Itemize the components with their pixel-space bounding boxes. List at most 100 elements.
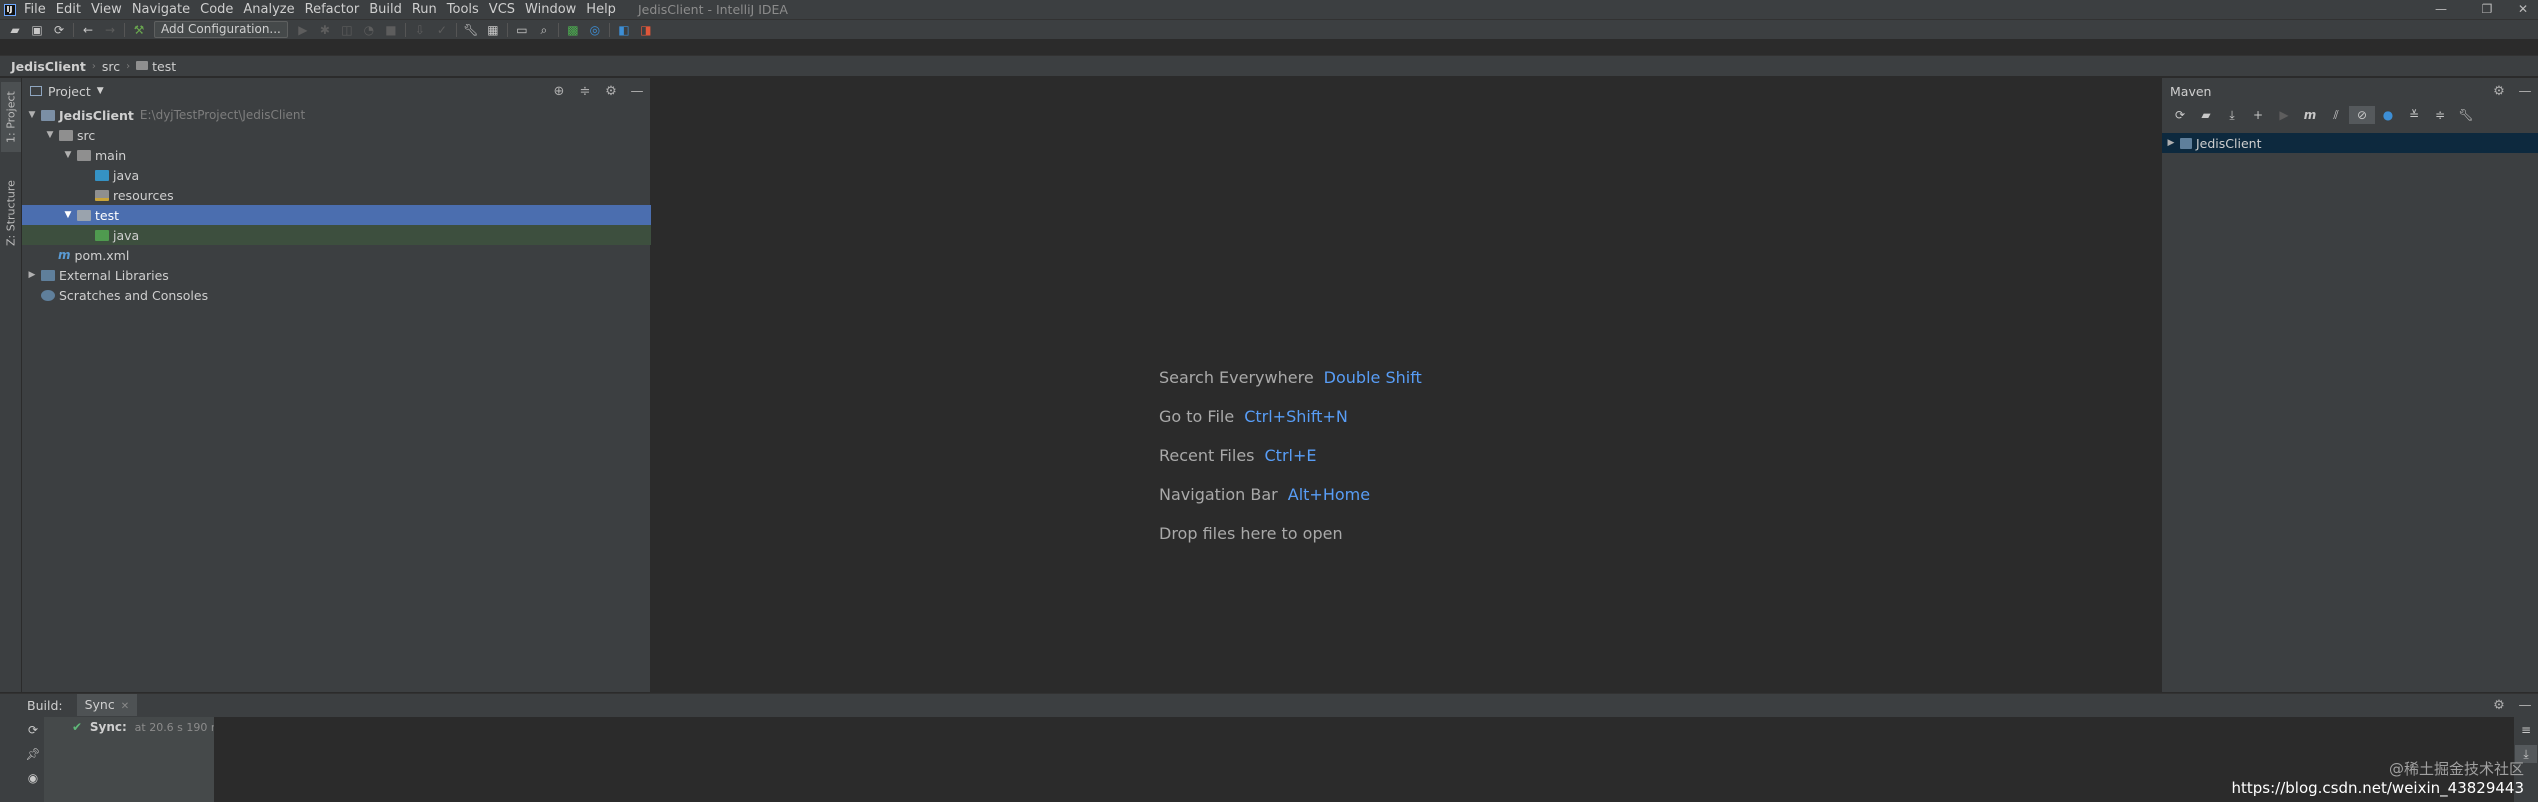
- hide-panel-icon[interactable]: —: [2512, 81, 2538, 101]
- add-maven-project-icon[interactable]: +: [2245, 106, 2271, 124]
- project-view-icon: [30, 86, 42, 96]
- close-window-button[interactable]: ✕: [2508, 0, 2538, 19]
- menu-refactor[interactable]: Refactor: [300, 0, 365, 19]
- soft-wrap-icon[interactable]: ≡: [2515, 721, 2537, 739]
- tree-row-test-java[interactable]: java: [22, 225, 651, 245]
- reimport-icon[interactable]: ⟳: [2167, 106, 2193, 124]
- restore-button[interactable]: ❐: [2464, 0, 2510, 19]
- sync-status-row[interactable]: ✔ Sync: at 20.6 s 190 ms: [72, 720, 227, 734]
- pin-icon[interactable]: 📌︎: [22, 745, 44, 763]
- tree-row-root[interactable]: ▼ JedisClient E:\dyjTestProject\JedisCli…: [22, 105, 651, 125]
- settings-wrench-icon[interactable]: 🔧︎: [2453, 106, 2479, 124]
- success-check-icon: ✔: [72, 720, 83, 734]
- tree-row-main-java[interactable]: java: [22, 165, 651, 185]
- expanded-arrow-icon[interactable]: ▼: [62, 210, 74, 220]
- tab-sync[interactable]: Sync ✕: [76, 694, 138, 716]
- maven-toolbar: ⟳ ▰ ⤓ + ▶ m ⫽ ⊘ ● ≚ ≑ 🔧︎: [2162, 104, 2538, 126]
- refresh-icon[interactable]: ⟳: [22, 721, 44, 739]
- tree-row-pom[interactable]: m pom.xml: [22, 245, 651, 265]
- intellij-logo-icon[interactable]: IJ: [0, 0, 19, 19]
- expanded-arrow-icon[interactable]: ▼: [44, 130, 56, 140]
- project-view-selector[interactable]: Project: [48, 84, 91, 99]
- collapsed-arrow-icon[interactable]: ▶: [2165, 138, 2177, 148]
- maven-project-row[interactable]: ▶ JedisClient: [2162, 133, 2538, 153]
- save-all-icon[interactable]: ▣: [26, 21, 48, 39]
- editor-area[interactable]: Search Everywhere Double Shift Go to File…: [652, 78, 2160, 692]
- forward-arrow-icon[interactable]: →: [99, 21, 121, 39]
- update-project-icon[interactable]: ⇩: [409, 21, 431, 39]
- minimize-button[interactable]: —: [2418, 0, 2464, 19]
- eye-icon[interactable]: ◉: [22, 769, 44, 787]
- build-output-console[interactable]: [214, 717, 2514, 802]
- back-arrow-icon[interactable]: ←: [77, 21, 99, 39]
- tree-row-main[interactable]: ▼ main: [22, 145, 651, 165]
- run-icon[interactable]: ▶: [2271, 106, 2297, 124]
- debug-icon[interactable]: ✱: [314, 21, 336, 39]
- tab-project[interactable]: 1: Project: [1, 82, 21, 152]
- menu-vcs[interactable]: VCS: [484, 0, 520, 19]
- skip-tests-icon[interactable]: ⊘: [2349, 106, 2375, 124]
- locate-file-icon[interactable]: ⊕: [546, 81, 572, 101]
- toggle-offline-icon[interactable]: ⫽: [2323, 106, 2349, 124]
- hide-panel-icon[interactable]: —: [2512, 695, 2538, 715]
- menu-help[interactable]: Help: [581, 0, 621, 19]
- menu-edit[interactable]: Edit: [51, 0, 86, 19]
- run-icon[interactable]: ▶: [292, 21, 314, 39]
- menu-run[interactable]: Run: [407, 0, 442, 19]
- breadcrumb-separator-icon: ›: [91, 60, 96, 72]
- collapse-all-icon[interactable]: ≑: [2427, 106, 2453, 124]
- download-icon[interactable]: ⤓: [2219, 106, 2245, 124]
- expanded-arrow-icon[interactable]: ▼: [26, 110, 38, 120]
- menu-tools[interactable]: Tools: [442, 0, 484, 19]
- open-folder-icon[interactable]: ▰: [4, 21, 26, 39]
- tab-structure[interactable]: Z: Structure: [1, 172, 21, 254]
- collapse-all-icon[interactable]: ≑: [572, 81, 598, 101]
- commit-icon[interactable]: ✓: [431, 21, 453, 39]
- tree-row-scratches[interactable]: Scratches and Consoles: [22, 285, 651, 305]
- generate-sources-icon[interactable]: ▰: [2193, 106, 2219, 124]
- settings-wrench-icon[interactable]: 🔧︎: [460, 21, 482, 39]
- expanded-arrow-icon[interactable]: ▼: [62, 150, 74, 160]
- menu-build[interactable]: Build: [364, 0, 407, 19]
- menu-navigate[interactable]: Navigate: [127, 0, 195, 19]
- tree-row-external-libraries[interactable]: ▶ External Libraries: [22, 265, 651, 285]
- menu-analyze[interactable]: Analyze: [238, 0, 299, 19]
- maven-file-icon: m: [58, 248, 71, 262]
- spring-icon[interactable]: ▩: [562, 21, 584, 39]
- gear-icon[interactable]: ⚙: [2486, 81, 2512, 101]
- plugin-circle-icon[interactable]: ◎: [584, 21, 606, 39]
- menu-code[interactable]: Code: [195, 0, 238, 19]
- hint-navigation-bar: Navigation Bar Alt+Home: [1159, 485, 1371, 504]
- stop-icon[interactable]: ■: [380, 21, 402, 39]
- gear-icon[interactable]: ⚙: [2486, 695, 2512, 715]
- terminal-icon[interactable]: ▭: [511, 21, 533, 39]
- synchronize-icon[interactable]: ⟳: [48, 21, 70, 39]
- breadcrumb-project[interactable]: JedisClient: [11, 59, 86, 74]
- close-icon[interactable]: ✕: [121, 701, 129, 712]
- menu-view[interactable]: View: [86, 0, 127, 19]
- expand-all-icon[interactable]: ≚: [2401, 106, 2427, 124]
- collapsed-arrow-icon[interactable]: ▶: [26, 270, 38, 280]
- profile-icon[interactable]: ◔: [358, 21, 380, 39]
- coverage-icon[interactable]: ◫: [336, 21, 358, 39]
- add-configuration-button[interactable]: Add Configuration...: [154, 21, 288, 38]
- project-structure-icon[interactable]: ▦: [482, 21, 504, 39]
- breadcrumb-test[interactable]: test: [152, 59, 176, 74]
- maven-module-icon: [2180, 137, 2192, 149]
- translate-icon[interactable]: ◧: [613, 21, 635, 39]
- search-icon[interactable]: ⌕: [533, 21, 555, 39]
- breadcrumb-src[interactable]: src: [102, 59, 120, 74]
- menu-file[interactable]: File: [19, 0, 51, 19]
- tree-row-resources[interactable]: resources: [22, 185, 651, 205]
- tree-row-src[interactable]: ▼ src: [22, 125, 651, 145]
- plugin-red-icon[interactable]: ◨: [635, 21, 657, 39]
- folder-icon: [136, 60, 149, 70]
- show-dependencies-icon[interactable]: ●: [2375, 106, 2401, 124]
- menu-window[interactable]: Window: [520, 0, 581, 19]
- execute-goal-icon[interactable]: m: [2297, 106, 2323, 124]
- hide-panel-icon[interactable]: —: [624, 81, 650, 101]
- chevron-down-icon[interactable]: ▼: [97, 86, 104, 96]
- gear-icon[interactable]: ⚙: [598, 81, 624, 101]
- tree-row-test[interactable]: ▼ test: [22, 205, 651, 225]
- build-hammer-icon[interactable]: ⚒: [128, 21, 150, 39]
